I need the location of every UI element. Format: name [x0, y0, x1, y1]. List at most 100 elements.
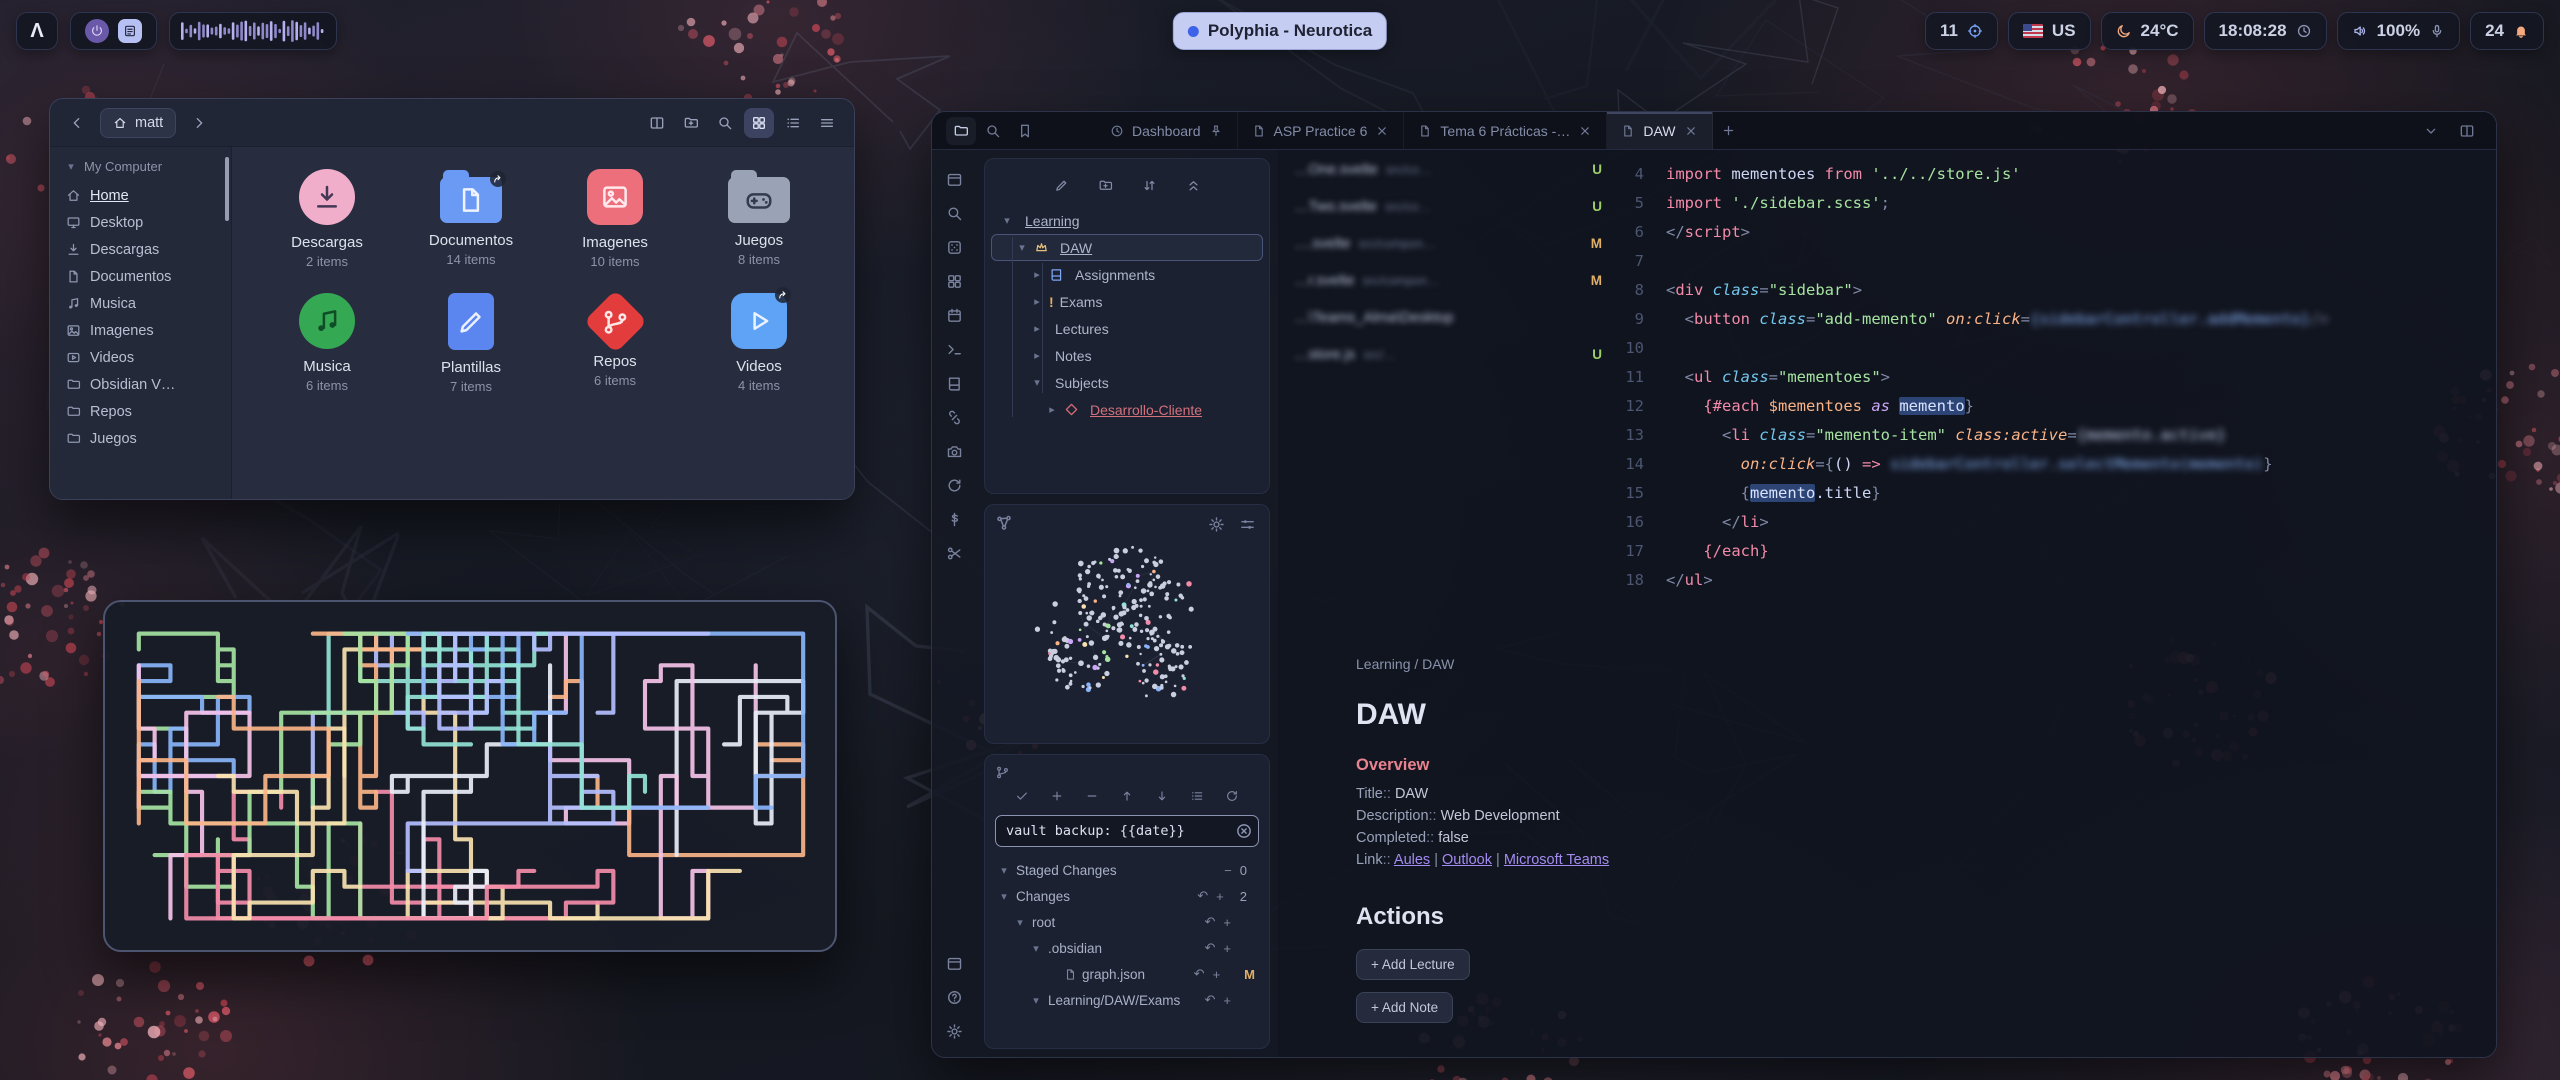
git-tree-row[interactable]: ▾ root ↶ + — [993, 909, 1261, 935]
note-link[interactable]: Microsoft Teams — [1504, 852, 1609, 868]
changed-file-row[interactable]: …\Teams_Alma\Desktop — [1294, 310, 1602, 326]
git-tree-row[interactable]: ▾ .obsidian ↶ + — [993, 935, 1261, 961]
new-folder-icon[interactable] — [1093, 173, 1117, 197]
folder-tile[interactable]: Documentos 14 items — [402, 169, 540, 269]
clock-widget[interactable]: 18:08:28 — [2204, 12, 2327, 50]
file-tree-row[interactable]: ▸ ! Exams — [991, 288, 1263, 315]
git-tree-row[interactable]: graph.json ↶ + M — [993, 961, 1261, 987]
discard-icon[interactable]: ↶ — [1197, 888, 1208, 904]
sync-icon[interactable] — [941, 472, 968, 499]
search-tab-icon[interactable] — [978, 117, 1008, 145]
note-breadcrumb[interactable]: Learning / DAW — [1356, 656, 2456, 672]
discard-icon[interactable]: ↶ — [1205, 992, 1216, 1008]
changed-files-icon[interactable] — [1186, 785, 1208, 807]
sidebar-item[interactable]: Documentos — [56, 263, 225, 290]
file-tree-row[interactable]: ▸ Notes — [991, 342, 1263, 369]
folder-tile[interactable]: Repos 6 items — [546, 293, 684, 394]
commit-message-input[interactable] — [995, 815, 1259, 847]
launcher-button[interactable]: Λ — [16, 12, 58, 50]
help-icon[interactable] — [941, 984, 968, 1011]
stage-icon[interactable]: + — [1216, 889, 1224, 904]
file-tree-row[interactable]: ▾ Subjects — [991, 369, 1263, 396]
sidebar-item[interactable]: Repos — [56, 398, 225, 425]
vault-icon[interactable] — [941, 166, 968, 193]
sidebar-item[interactable]: Desktop — [56, 209, 225, 236]
folder-tile[interactable]: Juegos 8 items — [690, 169, 828, 269]
bookmarks-tab-icon[interactable] — [1010, 117, 1040, 145]
note-link[interactable]: | — [1492, 852, 1504, 868]
stage-icon[interactable]: + — [1223, 915, 1231, 930]
folder-tile[interactable]: Videos 4 items — [690, 293, 828, 394]
donate-icon[interactable] — [941, 506, 968, 533]
notes-icon[interactable] — [118, 19, 142, 43]
settings-icon[interactable] — [941, 1018, 968, 1045]
file-tree-row[interactable]: ▸ Assignments — [991, 261, 1263, 288]
back-button[interactable] — [62, 108, 92, 138]
new-note-icon[interactable] — [1049, 173, 1073, 197]
calendar-icon[interactable] — [941, 302, 968, 329]
discard-icon[interactable]: ↶ — [1205, 914, 1216, 930]
stage-icon[interactable]: + — [1223, 941, 1231, 956]
weather-widget[interactable]: 24°C — [2101, 12, 2194, 50]
vault-switcher-icon[interactable] — [941, 950, 968, 977]
tab-asp-practice[interactable]: ASP Practice 6 — [1238, 112, 1405, 149]
stage-all-icon[interactable] — [1046, 785, 1068, 807]
tab-list-icon[interactable] — [2418, 117, 2444, 145]
close-icon[interactable] — [1684, 124, 1698, 138]
grid-view-icon[interactable] — [744, 108, 774, 138]
file-manager-titlebar[interactable]: matt — [50, 99, 854, 147]
sidebar-item[interactable]: Home — [56, 182, 225, 209]
sidebar-item[interactable]: Obsidian V… — [56, 371, 225, 398]
tab-dashboard[interactable]: Dashboard — [1096, 112, 1238, 149]
sidebar-item[interactable]: Imagenes — [56, 317, 225, 344]
notifications-widget[interactable]: 24 — [2470, 12, 2544, 50]
sidebar-item[interactable]: Descargas — [56, 236, 225, 263]
commit-icon[interactable] — [1011, 785, 1033, 807]
unlink-icon[interactable] — [941, 404, 968, 431]
graph-filter-icon[interactable] — [1234, 511, 1261, 538]
power-icon[interactable] — [85, 19, 109, 43]
folder-tile[interactable]: Plantillas 7 items — [402, 293, 540, 394]
close-icon[interactable] — [1375, 124, 1389, 138]
list-view-icon[interactable] — [778, 108, 808, 138]
tab-tema-6[interactable]: Tema 6 Prácticas -… — [1404, 112, 1607, 149]
forward-button[interactable] — [184, 108, 214, 138]
pin-icon[interactable] — [1209, 124, 1223, 138]
scrollbar[interactable] — [225, 157, 229, 221]
new-folder-icon[interactable] — [676, 108, 706, 138]
file-tree-row[interactable]: ▸ Lectures — [991, 315, 1263, 342]
discard-icon[interactable]: ↶ — [1205, 940, 1216, 956]
keyboard-layout-widget[interactable]: US — [2008, 12, 2091, 50]
discard-icon[interactable]: ↶ — [1194, 966, 1205, 982]
code-editor[interactable]: 4import mementoes from '../../store.js'5… — [1614, 150, 2496, 632]
stage-icon[interactable]: + — [1213, 967, 1221, 982]
search-icon[interactable] — [941, 200, 968, 227]
note-link[interactable]: Outlook — [1442, 852, 1492, 868]
sidebar-section-header[interactable]: ▾ My Computer — [56, 155, 225, 182]
stage-icon[interactable]: + — [1223, 993, 1231, 1008]
pull-icon[interactable] — [1151, 785, 1173, 807]
unstage-all-icon[interactable] — [1081, 785, 1103, 807]
clear-commit-icon[interactable] — [1235, 822, 1253, 840]
close-icon[interactable] — [1578, 124, 1592, 138]
unstage-icon[interactable]: − — [1224, 863, 1232, 878]
sidebar-item[interactable]: Musica — [56, 290, 225, 317]
folder-tile[interactable]: Imagenes 10 items — [546, 169, 684, 269]
action-button[interactable]: + Add Lecture — [1356, 949, 1470, 980]
changed-file-row[interactable]: …r.svelte src/compon… M — [1294, 273, 1602, 289]
new-tab-button[interactable] — [1713, 112, 1745, 149]
sidebar-item[interactable]: Juegos — [56, 425, 225, 452]
breadcrumb[interactable]: matt — [100, 108, 176, 138]
volume-widget[interactable]: 100% — [2337, 12, 2460, 50]
file-tree-row[interactable]: ▸ Desarrollo-Cliente — [991, 396, 1263, 423]
push-icon[interactable] — [1116, 785, 1138, 807]
note-link[interactable]: | — [1430, 852, 1442, 868]
split-view-icon[interactable] — [642, 108, 672, 138]
daily-notes-icon[interactable] — [941, 370, 968, 397]
sidebar-item[interactable]: Videos — [56, 344, 225, 371]
changed-file-row[interactable]: …Two.svelte src/co… U — [1294, 199, 1602, 215]
changed-file-row[interactable]: …store.js src/… U — [1294, 347, 1602, 363]
changed-file-row[interactable]: ….svelte src/compon… M — [1294, 236, 1602, 252]
sort-icon[interactable] — [1137, 173, 1161, 197]
folder-tile[interactable]: Musica 6 items — [258, 293, 396, 394]
